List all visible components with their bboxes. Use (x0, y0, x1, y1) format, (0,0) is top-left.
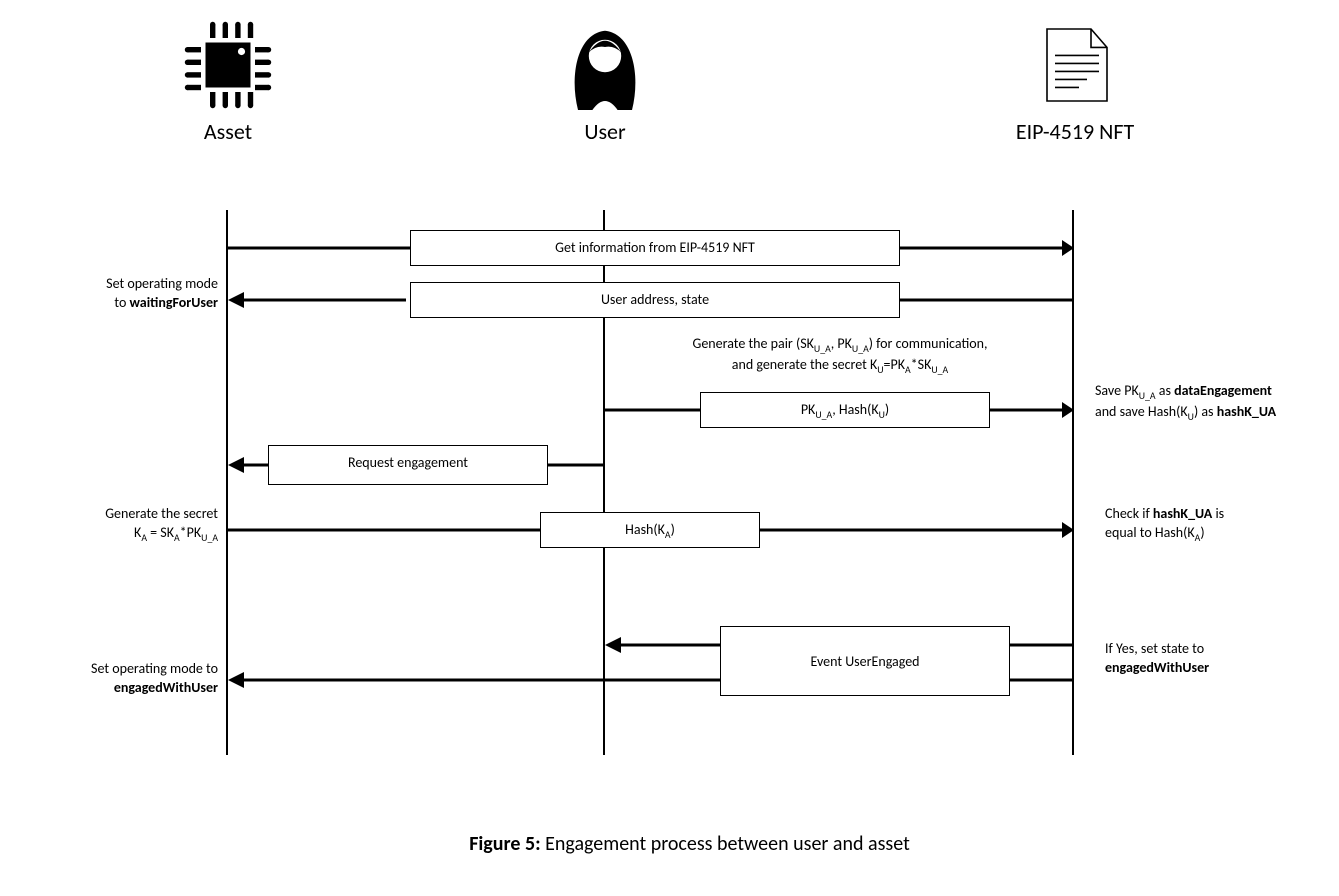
actor-asset-label: Asset (168, 118, 288, 145)
chip-icon (183, 20, 273, 110)
message-pk-hash-label: PKU_A, Hash(KU) (801, 401, 889, 418)
user-icon (560, 20, 650, 110)
note-operating-engaged: Set operating mode toengagedWithUser (38, 660, 218, 698)
actor-asset: Asset (168, 20, 288, 145)
message-get-info: Get information from EIP-4519 NFT (410, 230, 900, 266)
message-hash-ka: Hash(KA) (540, 512, 760, 548)
note-generate-pair: Generate the pair (SKU_A, PKU_A) for com… (640, 335, 1040, 377)
message-event-userengaged: Event UserEngaged (720, 626, 1010, 696)
note-set-mode-waiting: Set operating modeto waitingForUser (38, 275, 218, 313)
message-request-engagement: Request engagement (268, 445, 548, 485)
message-get-info-label: Get information from EIP-4519 NFT (555, 239, 755, 256)
sequence-diagram: Asset User (20, 20, 1339, 876)
actor-header-row: Asset User (20, 20, 1339, 205)
note-check-hashk-ua: Check if hashK_UA isequal to Hash(KA) (1105, 505, 1335, 545)
message-user-address-state-label: User address, state (601, 291, 709, 308)
document-icon (1030, 20, 1120, 110)
note-generate-secret-ka: Generate the secretKA = SKA*PKU_A (38, 505, 218, 545)
actor-nft-label: EIP-4519 NFT (985, 118, 1165, 145)
note-save-dataengagement: Save PKU_A as dataEngagementand save Has… (1095, 382, 1339, 424)
figure-caption: Figure 5: Engagement process between use… (20, 832, 1339, 856)
message-hash-ka-label: Hash(KA) (625, 521, 675, 538)
message-request-engagement-label: Request engagement (348, 454, 468, 471)
note-set-state-engaged: If Yes, set state toengagedWithUser (1105, 640, 1335, 678)
actor-user: User (545, 20, 665, 145)
message-pk-hash: PKU_A, Hash(KU) (700, 392, 990, 428)
message-event-userengaged-label: Event UserEngaged (810, 653, 919, 670)
actor-user-label: User (545, 118, 665, 145)
actor-nft: EIP-4519 NFT (985, 20, 1165, 145)
message-user-address-state: User address, state (410, 282, 900, 318)
